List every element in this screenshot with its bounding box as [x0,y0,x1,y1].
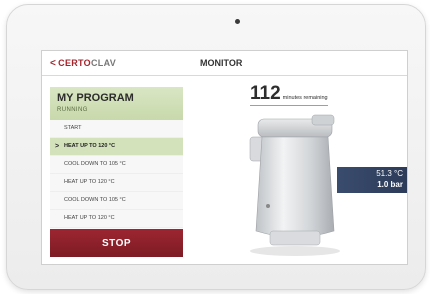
time-remaining: 112 minutes remaining [250,83,328,106]
minutes-value: 112 [250,83,281,104]
program-panel: MY PROGRAM RUNNING START > HEAT UP TO 120… [50,87,183,257]
brand-suffix: CLAV [90,58,117,68]
step-label: START [64,125,82,131]
step-list: START > HEAT UP TO 120 °C COOL DOWN TO 10… [50,120,183,228]
minutes-label: minutes remaining [282,95,328,101]
brand-prefix: CERTO [58,58,91,68]
step-label: HEAT UP TO 120 °C [64,179,115,185]
app-screen: < CERTO CLAV MONITOR MY PROGRAM RUNNING … [41,50,408,265]
step-item[interactable]: COOL DOWN TO 105 °C [50,156,183,174]
program-name: MY PROGRAM [57,92,134,104]
temperature-value: 51.3 °C [376,169,403,178]
step-label: HEAT UP TO 120 °C [64,143,116,149]
step-label: HEAT UP TO 120 °C [64,215,115,221]
step-item[interactable]: HEAT UP TO 120 °C [50,210,183,228]
camera-icon [235,19,240,24]
chevron-left-icon: < [50,57,57,69]
top-bar: < CERTO CLAV MONITOR [42,51,407,76]
step-item[interactable]: HEAT UP TO 120 °C [50,174,183,192]
step-label: COOL DOWN TO 105 °C [64,197,126,203]
stop-button[interactable]: STOP [50,229,183,257]
step-item-active[interactable]: > HEAT UP TO 120 °C [50,138,183,156]
step-item[interactable]: START [50,120,183,138]
back-button[interactable]: < CERTO CLAV [50,57,116,69]
program-status: RUNNING [57,107,88,113]
step-item[interactable]: COOL DOWN TO 105 °C [50,192,183,210]
program-header: MY PROGRAM RUNNING [50,87,183,120]
sensor-readout: 51.3 °C 1.0 bar [337,167,407,193]
chevron-right-icon: > [55,143,60,150]
step-label: COOL DOWN TO 105 °C [64,161,126,167]
pressure-value: 1.0 bar [377,180,403,189]
tablet-frame: < CERTO CLAV MONITOR MY PROGRAM RUNNING … [6,4,426,290]
page-title: MONITOR [200,58,243,68]
